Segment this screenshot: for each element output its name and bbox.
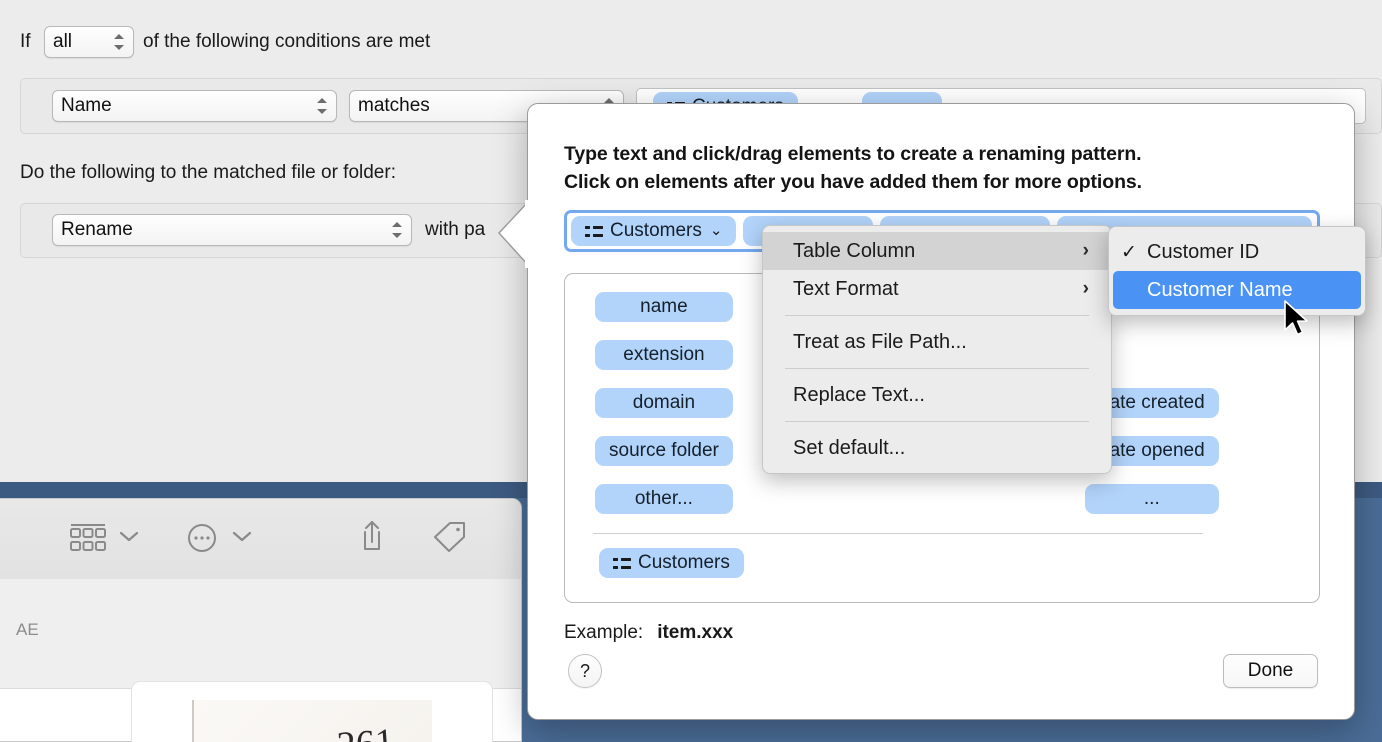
- submenu-item-customer-id[interactable]: ✓ Customer ID: [1113, 233, 1361, 271]
- token-more[interactable]: ...: [1085, 484, 1219, 514]
- chevron-updown-icon: [391, 219, 403, 241]
- token-extension[interactable]: extension: [595, 340, 733, 370]
- example-value: item.xxx: [657, 622, 734, 643]
- submenu-item-customer-name[interactable]: Customer Name: [1113, 271, 1361, 309]
- token-context-menu: Table Column › Text Format › Treat as Fi…: [762, 225, 1112, 474]
- view-grid-icon[interactable]: [68, 521, 108, 558]
- menu-item-table-column[interactable]: Table Column ›: [763, 232, 1111, 270]
- if-prefix-label: If: [20, 31, 31, 52]
- thumbnail-page: [192, 700, 432, 742]
- menu-item-table-column-label: Table Column: [793, 239, 916, 262]
- tag-icon[interactable]: [430, 520, 468, 559]
- table-column-submenu: ✓ Customer ID Customer Name: [1108, 226, 1366, 316]
- menu-item-set-default[interactable]: Set default...: [763, 429, 1111, 467]
- token-palette-divider: [593, 533, 1203, 534]
- menu-separator: [785, 368, 1089, 369]
- token-domain[interactable]: domain: [595, 388, 733, 418]
- finder-sidebar-strip: [0, 579, 521, 689]
- menu-item-treat-as-file-path[interactable]: Treat as File Path...: [763, 323, 1111, 361]
- token-source-folder[interactable]: source folder: [595, 436, 733, 466]
- if-suffix-label: of the following conditions are met: [143, 31, 431, 52]
- chevron-right-icon: ›: [1082, 278, 1089, 299]
- token-palette-bottom-row: Customers: [599, 548, 744, 578]
- token-other[interactable]: other...: [595, 484, 733, 514]
- pattern-token-customers[interactable]: Customers ⌄: [571, 216, 737, 246]
- popover-instructions-line2: Click on elements after you have added t…: [564, 171, 1142, 193]
- submenu-item-customer-id-label: Customer ID: [1147, 240, 1260, 263]
- pattern-token-customers-label: Customers: [610, 220, 702, 241]
- menu-item-text-format[interactable]: Text Format ›: [763, 270, 1111, 308]
- menu-item-set-default-label: Set default...: [793, 436, 906, 459]
- chevron-right-icon: ›: [1082, 240, 1089, 261]
- token-palette-column-1: name extension domain source folder othe…: [595, 292, 733, 532]
- action-select-value: Rename: [61, 219, 133, 240]
- condition-attribute-value: Name: [61, 95, 112, 116]
- example-row: Example: item.xxx: [564, 622, 733, 644]
- menu-item-treat-as-file-path-label: Treat as File Path...: [793, 330, 967, 353]
- screen: If all of the following conditions are m…: [0, 0, 1382, 742]
- done-button[interactable]: Done: [1223, 654, 1318, 688]
- match-type-select[interactable]: all: [44, 26, 134, 58]
- menu-separator: [785, 315, 1089, 316]
- menu-item-replace-text-label: Replace Text...: [793, 383, 925, 406]
- condition-attribute-select[interactable]: Name: [52, 90, 337, 122]
- action-suffix-label: with pa: [425, 219, 486, 240]
- action-section-label: Do the following to the matched file or …: [20, 162, 396, 183]
- thumbnail-handwriting: 261: [336, 720, 396, 742]
- submenu-item-customer-name-label: Customer Name: [1147, 278, 1293, 301]
- action-select[interactable]: Rename: [52, 214, 412, 246]
- popover-tail: [497, 199, 533, 268]
- share-icon[interactable]: [355, 519, 389, 560]
- menu-item-text-format-label: Text Format: [793, 277, 899, 300]
- menu-separator: [785, 421, 1089, 422]
- finder-toolbar: [0, 499, 521, 579]
- more-actions-icon[interactable]: [185, 521, 219, 560]
- menu-item-replace-text[interactable]: Replace Text...: [763, 376, 1111, 414]
- chevron-updown-icon: [113, 31, 125, 53]
- token-customers-label: Customers: [638, 552, 730, 573]
- checkmark-icon: ✓: [1121, 241, 1137, 263]
- chevron-updown-icon: [316, 95, 328, 117]
- example-label: Example:: [564, 622, 644, 643]
- match-type-value: all: [53, 31, 73, 52]
- chevron-down-icon[interactable]: [231, 529, 253, 548]
- popover-instructions: Type text and click/drag elements to cre…: [564, 140, 1324, 196]
- table-icon: [585, 225, 603, 238]
- finder-sidebar-label: AE: [16, 620, 39, 639]
- popover-instructions-line1: Type text and click/drag elements to cre…: [564, 143, 1142, 165]
- token-customers[interactable]: Customers: [599, 548, 744, 578]
- file-thumbnail[interactable]: 261: [131, 681, 493, 742]
- token-name[interactable]: name: [595, 292, 733, 322]
- table-icon: [613, 557, 631, 570]
- help-button[interactable]: ?: [568, 654, 602, 688]
- chevron-down-icon[interactable]: ⌄: [710, 223, 723, 238]
- chevron-down-icon[interactable]: [118, 529, 140, 548]
